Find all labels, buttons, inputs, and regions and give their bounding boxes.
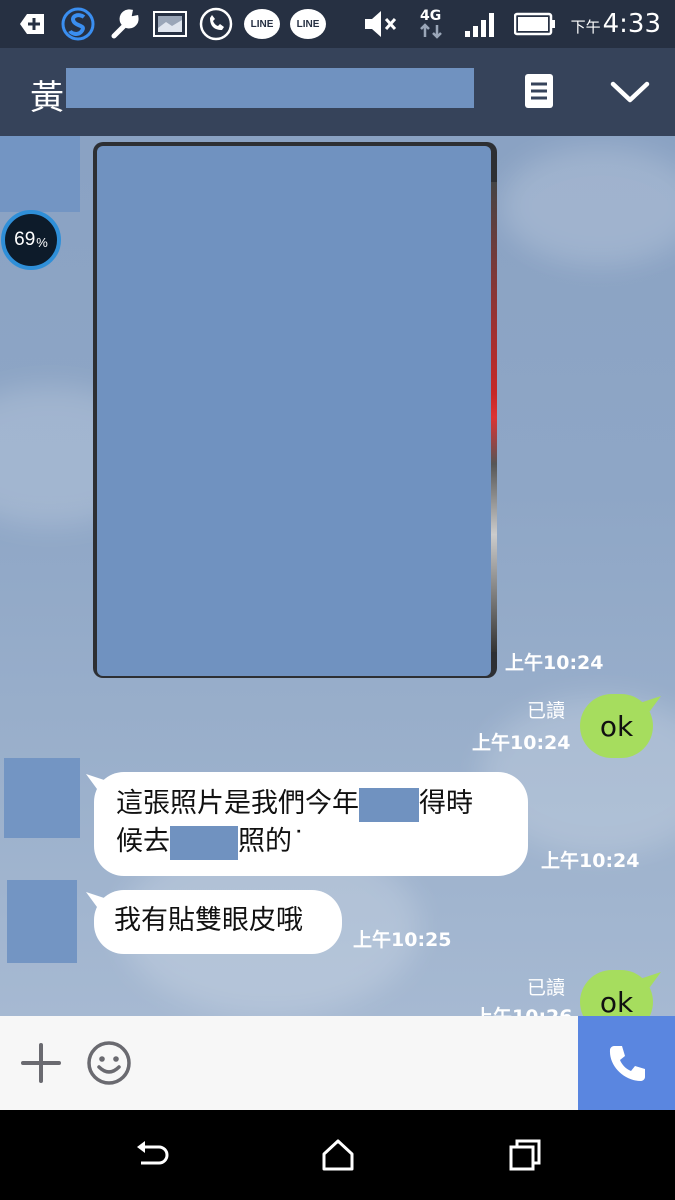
chevron-down-icon [610, 81, 650, 103]
line-app-icon: LINE [244, 6, 280, 42]
message-time: 上午10:26 [474, 1002, 572, 1016]
message-time: 上午10:24 [541, 850, 640, 872]
add-button[interactable] [20, 1042, 62, 1084]
message-time: 上午10:24 [472, 732, 571, 754]
mute-icon [363, 6, 399, 42]
call-button[interactable] [578, 1016, 675, 1110]
recents-icon [509, 1139, 541, 1171]
chat-area[interactable]: 69% 上午10:24 已讀 上午10:24 ok 這張照片是我們今年 得時 候去… [0, 136, 675, 1016]
home-icon [322, 1139, 354, 1171]
4g-icon: 4G [413, 6, 449, 42]
input-bar [0, 1016, 675, 1110]
outgoing-bubble[interactable]: ok [580, 970, 653, 1016]
signal-icon [463, 6, 499, 42]
read-receipt: 已讀 [527, 700, 566, 722]
call-icon [198, 6, 234, 42]
background-cloud [500, 146, 675, 266]
back-button[interactable] [133, 1137, 169, 1173]
incoming-bubble[interactable]: 我有貼雙眼皮哦 [94, 890, 342, 954]
incoming-bubble[interactable]: 這張照片是我們今年 得時 候去 照的˙ [94, 772, 528, 876]
home-button[interactable] [320, 1137, 356, 1173]
avatar[interactable] [0, 136, 80, 212]
note-icon [525, 74, 553, 108]
phone-icon [609, 1046, 645, 1081]
image-icon [152, 6, 188, 42]
wrench-icon [106, 6, 142, 42]
message-time: 上午10:24 [505, 652, 604, 674]
collapse-button[interactable] [608, 76, 652, 108]
chat-title: 黃 [30, 78, 64, 118]
back-icon [137, 1141, 169, 1165]
smiley-icon [87, 1041, 131, 1085]
chat-header: 黃 [0, 48, 675, 136]
emoji-button[interactable] [85, 1039, 133, 1087]
outgoing-bubble[interactable]: ok [580, 694, 653, 758]
line-app-icon: LINE [290, 6, 326, 42]
system-icons: 4G 下午 4:33 [363, 6, 661, 42]
redacted-name [66, 68, 474, 108]
progress-badge: 69% [1, 210, 61, 270]
redacted-text [170, 825, 238, 860]
note-button[interactable] [522, 72, 558, 112]
photo-message[interactable] [93, 142, 497, 678]
read-receipt: 已讀 [527, 977, 566, 999]
avatar[interactable] [7, 880, 77, 963]
status-bar: LINE LINE 4G 下午 4:33 [0, 0, 675, 48]
plus-icon [21, 1043, 61, 1083]
redacted-photo [97, 146, 491, 676]
clock: 下午 4:33 [570, 9, 661, 39]
notification-icons: LINE LINE [14, 6, 326, 42]
redacted-text [359, 787, 419, 822]
avatar[interactable] [4, 758, 80, 838]
s-app-icon [60, 6, 96, 42]
battery-icon [513, 6, 557, 42]
add-box-icon [14, 6, 50, 42]
navigation-bar [0, 1110, 675, 1200]
message-time: 上午10:25 [353, 929, 452, 951]
recents-button[interactable] [507, 1137, 543, 1173]
